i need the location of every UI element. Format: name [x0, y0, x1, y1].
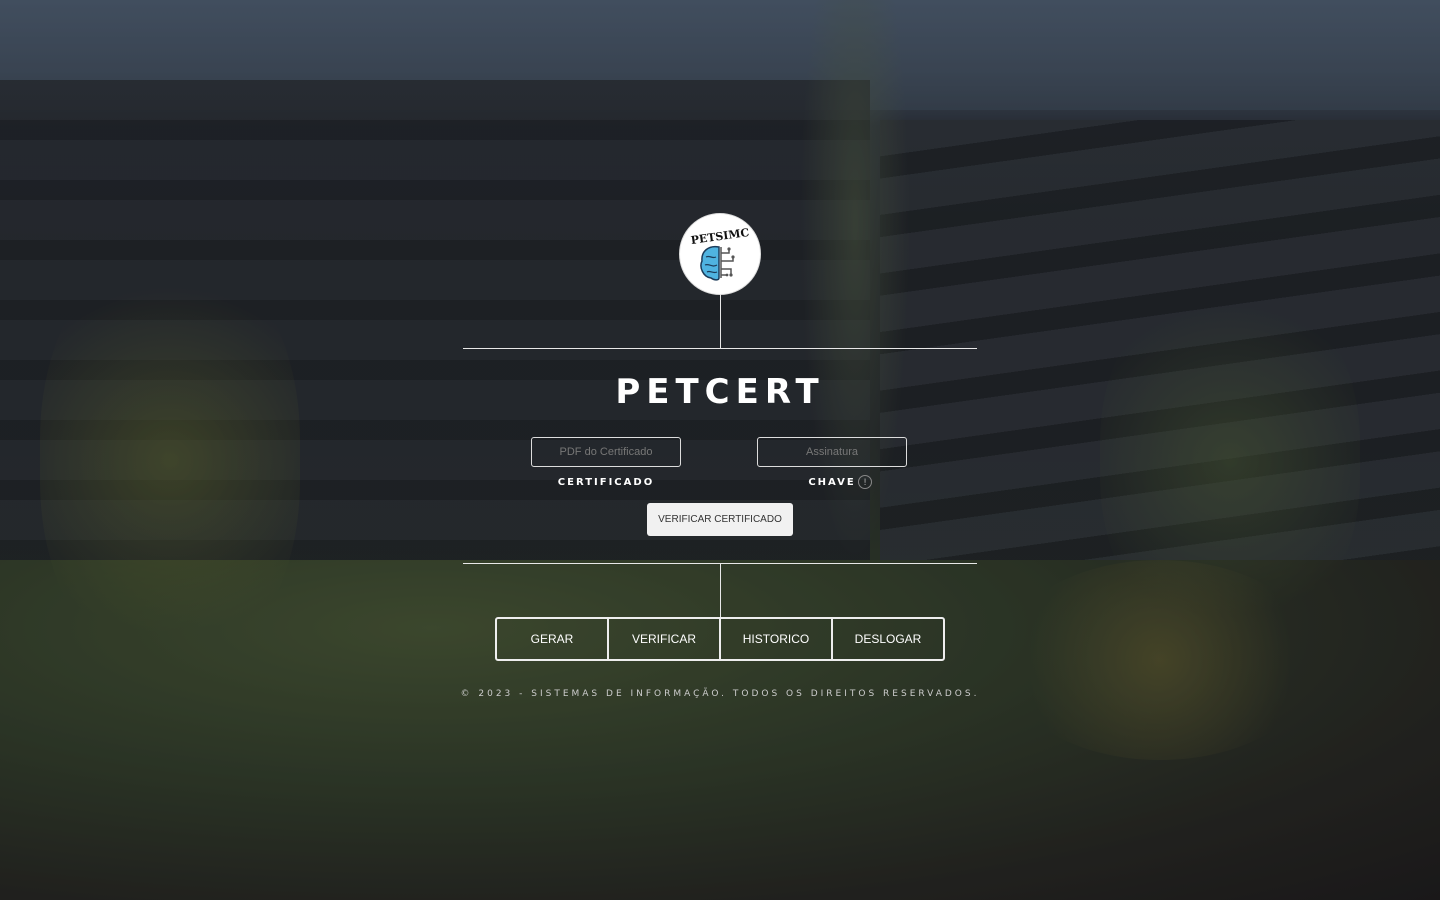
key-input[interactable] — [757, 437, 907, 467]
certificate-label: CERTIFICADO — [557, 477, 655, 488]
app-title: PETCERT — [615, 372, 825, 412]
logo: PETSIMC — [679, 213, 761, 295]
verify-certificate-button[interactable]: VERIFICAR CERTIFICADO — [647, 503, 793, 536]
connector-line-top — [720, 294, 721, 348]
key-label: CHAVE — [808, 477, 856, 488]
connector-line-bottom — [720, 563, 721, 617]
nav-verificar-button[interactable]: VERIFICAR — [609, 619, 721, 659]
certificate-input[interactable] — [531, 437, 681, 467]
nav-historico-button[interactable]: HISTORICO — [721, 619, 833, 659]
nav-deslogar-button[interactable]: DESLOGAR — [833, 619, 943, 659]
brain-circuit-icon — [700, 245, 735, 281]
nav-gerar-button[interactable]: GERAR — [497, 619, 609, 659]
divider-top — [463, 348, 977, 349]
footer-copyright: © 2023 - SISTEMAS DE INFORMAÇÃO. TODOS O… — [460, 689, 980, 699]
background-overlay — [0, 0, 1440, 900]
main-nav: GERAR VERIFICAR HISTORICO DESLOGAR — [495, 617, 945, 661]
info-icon[interactable]: ! — [858, 475, 872, 489]
